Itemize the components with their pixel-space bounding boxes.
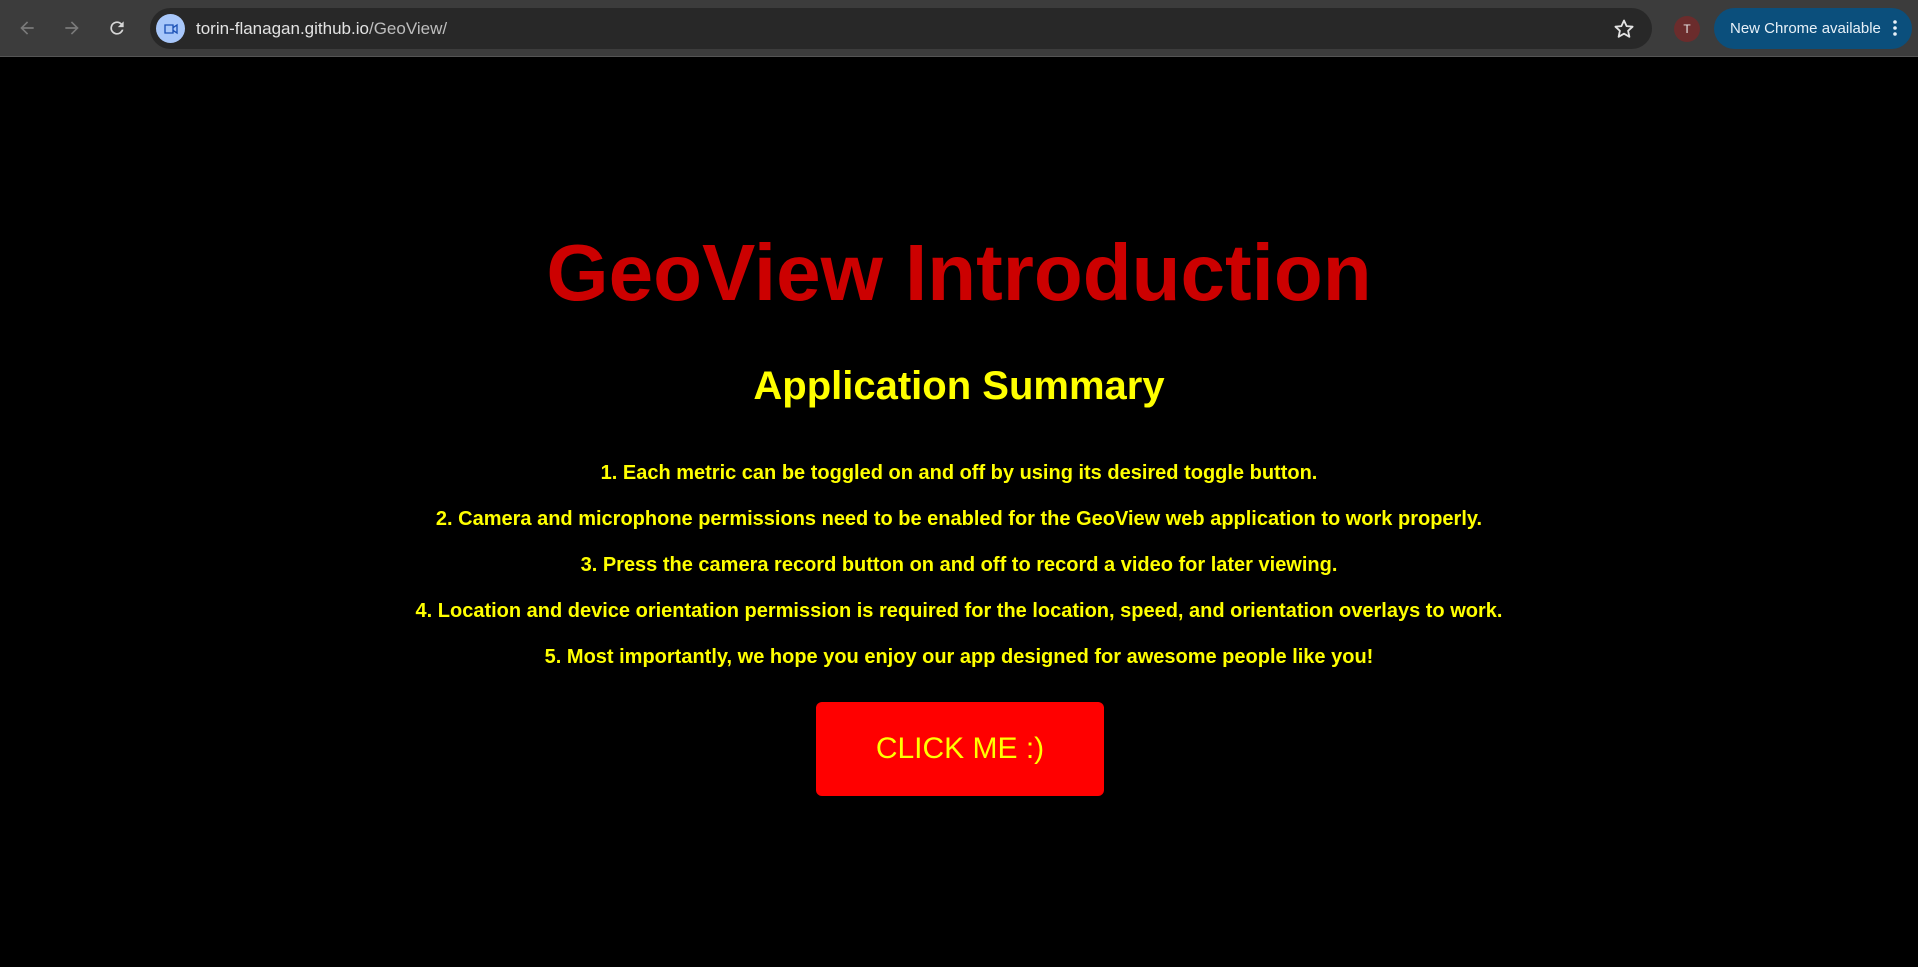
url-path: /GeoView/ bbox=[368, 19, 448, 38]
url-host: torin-flanagan.github.io bbox=[196, 19, 369, 38]
browser-toolbar: torin-flanagan.github.io/GeoView/ T New … bbox=[0, 0, 1918, 57]
url-text[interactable]: torin-flanagan.github.io/GeoView/ bbox=[196, 8, 447, 49]
site-info-button[interactable] bbox=[156, 14, 185, 43]
section-heading: Application Summary bbox=[753, 364, 1165, 408]
arrow-left-icon bbox=[20, 21, 34, 35]
summary-list: 1. Each metric can be toggled on and off… bbox=[0, 450, 1918, 680]
summary-item: 1. Each metric can be toggled on and off… bbox=[600, 462, 1318, 484]
summary-item: 5. Most importantly, we hope you enjoy o… bbox=[544, 646, 1374, 668]
page-title: GeoView Introduction bbox=[546, 228, 1372, 317]
summary-item: 2. Camera and microphone permissions nee… bbox=[435, 508, 1483, 530]
address-bar[interactable]: torin-flanagan.github.io/GeoView/ bbox=[150, 8, 1652, 49]
update-label: New Chrome available bbox=[1730, 20, 1881, 37]
reload-button[interactable] bbox=[101, 12, 133, 44]
page-content: GeoView Introduction Application Summary… bbox=[0, 57, 1918, 967]
video-camera-icon bbox=[163, 23, 178, 34]
forward-button[interactable] bbox=[56, 12, 88, 44]
star-icon[interactable] bbox=[1612, 17, 1636, 41]
update-chrome-button[interactable]: New Chrome available bbox=[1714, 8, 1912, 49]
summary-item: 4. Location and device orientation permi… bbox=[415, 600, 1503, 622]
reload-icon bbox=[110, 21, 124, 35]
arrow-right-icon bbox=[65, 21, 79, 35]
click-me-button[interactable]: CLICK ME :) bbox=[816, 702, 1104, 796]
summary-item: 3. Press the camera record button on and… bbox=[580, 554, 1338, 576]
more-vert-icon bbox=[1893, 20, 1897, 36]
profile-avatar[interactable]: T bbox=[1674, 16, 1700, 42]
back-button[interactable] bbox=[11, 12, 43, 44]
